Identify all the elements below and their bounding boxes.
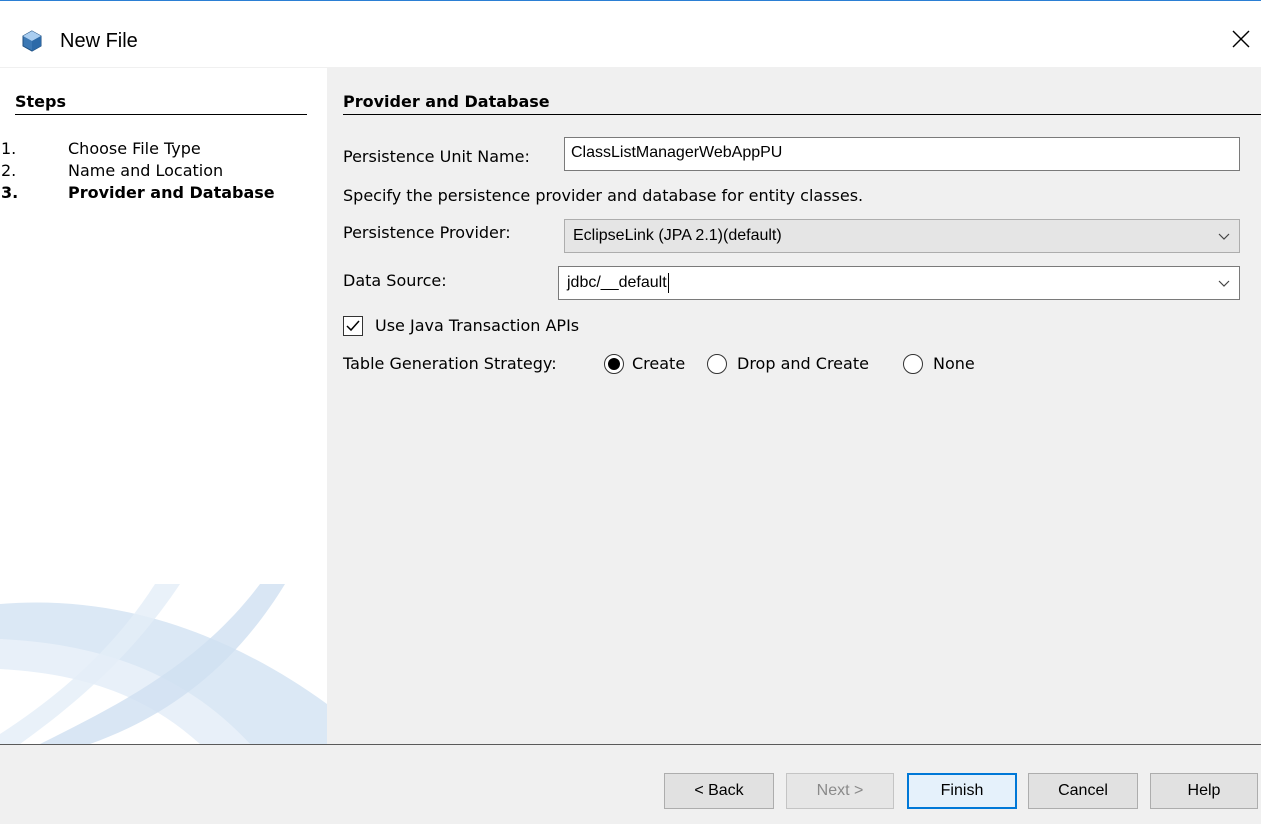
next-button[interactable]: Next >	[786, 773, 894, 809]
back-button[interactable]: < Back	[664, 773, 774, 809]
data-source-combo[interactable]: jdbc/__default	[558, 266, 1240, 300]
table-generation-strategy-label: Table Generation Strategy:	[343, 354, 557, 373]
persistence-unit-name-input[interactable]: ClassListManagerWebAppPU	[564, 137, 1240, 171]
main-panel: Provider and Database Persistence Unit N…	[327, 68, 1261, 744]
step-label: Provider and Database	[68, 183, 275, 202]
check-icon	[346, 320, 360, 332]
use-jta-checkbox[interactable]	[343, 316, 363, 336]
data-source-value: jdbc/__default	[567, 274, 667, 291]
button-bar: < Back Next > Finish Cancel Help	[0, 745, 1261, 824]
persistence-provider-value: EclipseLink (JPA 2.1)(default)	[573, 227, 782, 244]
data-source-label: Data Source:	[343, 271, 447, 290]
step-number: 1.	[1, 139, 17, 158]
radio-create-label: Create	[632, 354, 686, 373]
persistence-unit-name-label: Persistence Unit Name:	[343, 147, 530, 166]
cube-icon	[22, 30, 42, 52]
title-bar: New File	[0, 1, 1261, 67]
steps-header: Steps	[15, 92, 307, 115]
text-caret	[667, 273, 669, 293]
finish-button[interactable]: Finish	[907, 773, 1017, 809]
step-number: 2.	[1, 161, 17, 180]
decorative-swoosh-graphic	[0, 584, 327, 744]
steps-list: 1. Choose File Type 2. Name and Location…	[0, 138, 327, 204]
step-item-name-and-location: 2. Name and Location	[0, 160, 327, 182]
cancel-button[interactable]: Cancel	[1028, 773, 1138, 809]
radio-drop-and-create-label: Drop and Create	[737, 354, 869, 373]
radio-drop-and-create[interactable]	[707, 354, 727, 374]
window-title: New File	[60, 30, 138, 52]
step-label: Name and Location	[68, 161, 224, 180]
close-button[interactable]	[1221, 17, 1261, 61]
radio-none-label: None	[933, 354, 975, 373]
radio-none[interactable]	[903, 354, 923, 374]
step-item-choose-file-type: 1. Choose File Type	[0, 138, 327, 160]
chevron-down-icon	[1218, 233, 1230, 240]
step-label: Choose File Type	[68, 139, 201, 158]
new-file-dialog: New File Steps 1. Choose File Type 2. Na…	[0, 0, 1261, 824]
close-icon	[1232, 30, 1250, 48]
chevron-down-icon	[1218, 280, 1230, 287]
radio-create[interactable]	[604, 354, 624, 374]
description-text: Specify the persistence provider and dat…	[343, 186, 864, 205]
step-number: 3.	[1, 183, 19, 202]
persistence-provider-select[interactable]: EclipseLink (JPA 2.1)(default)	[564, 219, 1240, 253]
step-item-provider-and-database: 3. Provider and Database	[0, 182, 327, 204]
use-jta-label: Use Java Transaction APIs	[375, 316, 580, 335]
help-button[interactable]: Help	[1150, 773, 1258, 809]
panel-title: Provider and Database	[343, 92, 1261, 115]
persistence-provider-label: Persistence Provider:	[343, 223, 511, 242]
steps-panel: Steps 1. Choose File Type 2. Name and Lo…	[0, 68, 327, 744]
